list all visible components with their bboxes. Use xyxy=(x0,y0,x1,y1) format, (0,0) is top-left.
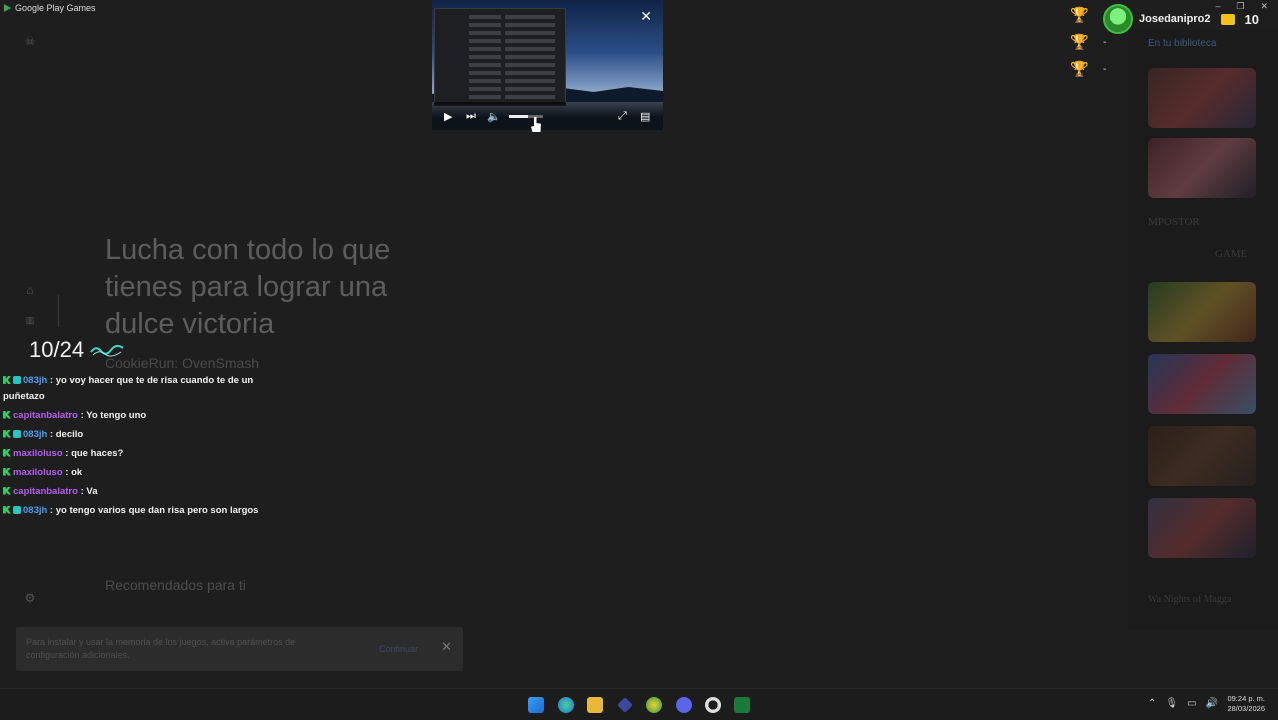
stream-counter: 10/24 xyxy=(29,337,124,363)
library-game-label: GAME xyxy=(1215,248,1248,260)
toast-close-icon[interactable]: ✕ xyxy=(441,640,452,653)
coin-icon xyxy=(1220,13,1235,25)
subscriber-badge-icon xyxy=(13,505,21,514)
kick-badge-icon xyxy=(3,467,11,476)
chat-username[interactable]: maxiloluso xyxy=(13,467,63,478)
gold-trophy-icon: 🏆 xyxy=(1070,7,1089,24)
chevron-up-icon[interactable]: ⌃ xyxy=(1148,698,1156,709)
kick-badge-icon xyxy=(3,486,11,495)
recommended-heading: Recomendados para ti xyxy=(105,577,246,593)
edge-icon[interactable] xyxy=(558,697,574,713)
play-icon[interactable]: ▶ xyxy=(444,110,452,123)
chrome-icon[interactable] xyxy=(646,697,662,713)
taskbar-clock[interactable]: 09:24 p. m. 28/03/2026 xyxy=(1227,694,1265,714)
chat-username[interactable]: capitanbalatro xyxy=(13,486,78,497)
library-last-label: Wa Nights of Magga xyxy=(1148,594,1232,605)
subtitles-icon[interactable]: ▤ xyxy=(640,110,650,123)
chat-message: capitanbalatro : Va xyxy=(3,484,293,500)
library-game-tile[interactable] xyxy=(1148,354,1256,414)
taskbar: ⌃ 🎙 ▭ 🔊 09:24 p. m. 28/03/2026 xyxy=(0,688,1278,720)
library-game-tile[interactable] xyxy=(1148,498,1256,558)
obs-icon[interactable] xyxy=(705,697,721,713)
pip-seek-bar[interactable] xyxy=(509,115,543,118)
chat-username[interactable]: 083jh xyxy=(23,375,47,386)
pip-controls: ▶ ⏭ 🔈 ⤢ ▤ xyxy=(432,102,663,130)
chat-username[interactable]: 083jh xyxy=(23,429,47,440)
coin-count: 10 xyxy=(1244,11,1259,27)
library-game-tile[interactable] xyxy=(1148,282,1256,342)
kick-badge-icon xyxy=(3,429,11,438)
chat-text: : Yo tengo uno xyxy=(77,409,147,421)
rail-divider xyxy=(58,295,59,327)
skull-icon[interactable]: ☠ xyxy=(22,34,38,50)
microphone-icon[interactable]: 🎙 xyxy=(1165,698,1178,709)
library-game-tile[interactable] xyxy=(1148,68,1256,128)
chat-username[interactable]: maxiloluso xyxy=(13,448,63,459)
chat-message: 083jh : yo tengo varios que dan risa per… xyxy=(3,503,293,519)
window-title: Google Play Games xyxy=(15,3,96,13)
bronze-trophy-icon: 🏆 xyxy=(1070,61,1089,78)
chat-overlay: 083jh : yo voy hacer que te de risa cuan… xyxy=(3,373,293,522)
chat-message: 083jh : yo voy hacer que te de risa cuan… xyxy=(3,373,293,404)
library-panel: En tu biblioteca MPOSTOR GAME Wa Nights … xyxy=(1128,30,1278,630)
hero-game-name[interactable]: CookieRun: OvenSmash xyxy=(105,355,259,371)
toast-continue-button[interactable]: Continuar xyxy=(379,643,418,656)
clock-time: 09:24 p. m. xyxy=(1227,694,1265,703)
clock-date: 28/03/2026 xyxy=(1227,704,1265,713)
kick-badge-icon xyxy=(3,448,11,457)
home-icon[interactable]: ⌂ xyxy=(22,283,38,299)
library-game-tile[interactable] xyxy=(1148,138,1256,198)
chat-text: : Va xyxy=(77,485,98,497)
notification-toast: Para instalar y usar la memoria de los j… xyxy=(16,627,463,671)
settings-icon[interactable]: ⚙ xyxy=(22,591,38,607)
play-games-taskbar-icon[interactable] xyxy=(734,697,750,713)
library-icon[interactable]: ▥ xyxy=(22,315,38,331)
chat-text: : ok xyxy=(62,466,83,478)
hero-title: Lucha con todo lo que tienes para lograr… xyxy=(105,234,391,340)
username: Josedanipro2 xyxy=(1139,13,1211,25)
kick-badge-icon xyxy=(3,376,11,384)
discord-icon[interactable] xyxy=(676,697,692,713)
counter-value: 10/24 xyxy=(29,337,85,362)
squiggle-icon xyxy=(90,344,124,357)
library-impostor-label: MPOSTOR xyxy=(1148,216,1200,228)
system-tray: ⌃ 🎙 ▭ 🔊 xyxy=(1148,698,1218,709)
chat-username[interactable]: capitanbalatro xyxy=(13,410,78,421)
network-icon[interactable]: ▭ xyxy=(1187,698,1196,709)
chat-text: : decilo xyxy=(47,428,84,440)
chat-message: capitanbalatro : Yo tengo uno xyxy=(3,408,293,424)
subscriber-badge-icon xyxy=(13,429,21,438)
library-game-tile[interactable] xyxy=(1148,426,1256,486)
pip-seek-fill xyxy=(509,115,528,118)
trophy-count: - xyxy=(1103,64,1107,75)
volume-icon[interactable]: 🔈 xyxy=(487,110,501,123)
chat-message: maxiloluso : ok xyxy=(3,465,293,481)
app-icon[interactable] xyxy=(617,697,633,713)
chat-message: maxiloluso : que haces? xyxy=(3,446,293,462)
chat-text: : que haces? xyxy=(62,447,124,459)
chat-message: 083jh : decilo xyxy=(3,427,293,443)
toast-message: Para instalar y usar la memoria de los j… xyxy=(26,637,296,660)
chat-username[interactable]: 083jh xyxy=(23,505,47,516)
play-games-icon xyxy=(4,4,11,12)
silver-trophy-icon: 🏆 xyxy=(1070,34,1089,51)
pip-desktop-capture xyxy=(434,8,566,106)
chat-text: : yo tengo varios que dan risa pero son … xyxy=(47,504,259,516)
left-navigation-rail: ☠ ⌂ ▥ ⚙ xyxy=(0,20,60,620)
file-explorer-icon[interactable] xyxy=(587,697,603,713)
windows-start-icon[interactable] xyxy=(528,697,544,713)
trophy-count: - xyxy=(1103,37,1107,48)
kick-badge-icon xyxy=(3,410,11,419)
speaker-icon[interactable]: 🔊 xyxy=(1206,698,1218,709)
close-icon[interactable]: ✕ xyxy=(1260,1,1268,12)
subscriber-badge-icon xyxy=(13,376,21,384)
pip-video-player[interactable]: ▶ ⏭ 🔈 ⤢ ▤ ✕ xyxy=(432,0,663,130)
pip-close-icon[interactable]: ✕ xyxy=(640,8,652,25)
expand-icon[interactable]: ⤢ xyxy=(618,110,627,123)
library-title: En tu biblioteca xyxy=(1148,38,1217,49)
kick-badge-icon xyxy=(3,505,11,514)
next-icon[interactable]: ⏭ xyxy=(466,110,476,123)
